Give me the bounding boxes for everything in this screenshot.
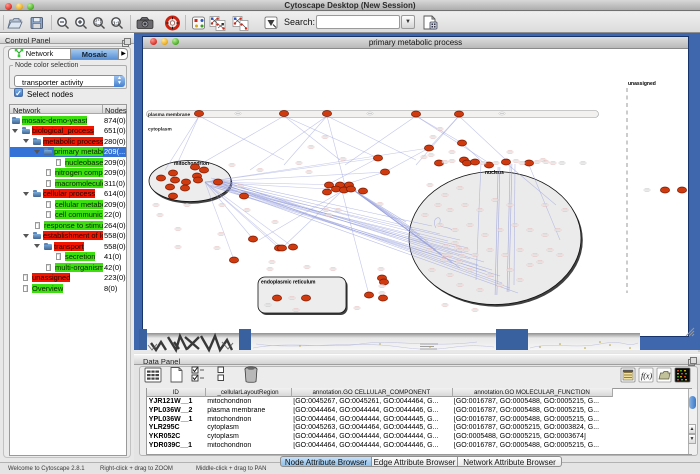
svg-text:f(x): f(x) (641, 372, 652, 381)
